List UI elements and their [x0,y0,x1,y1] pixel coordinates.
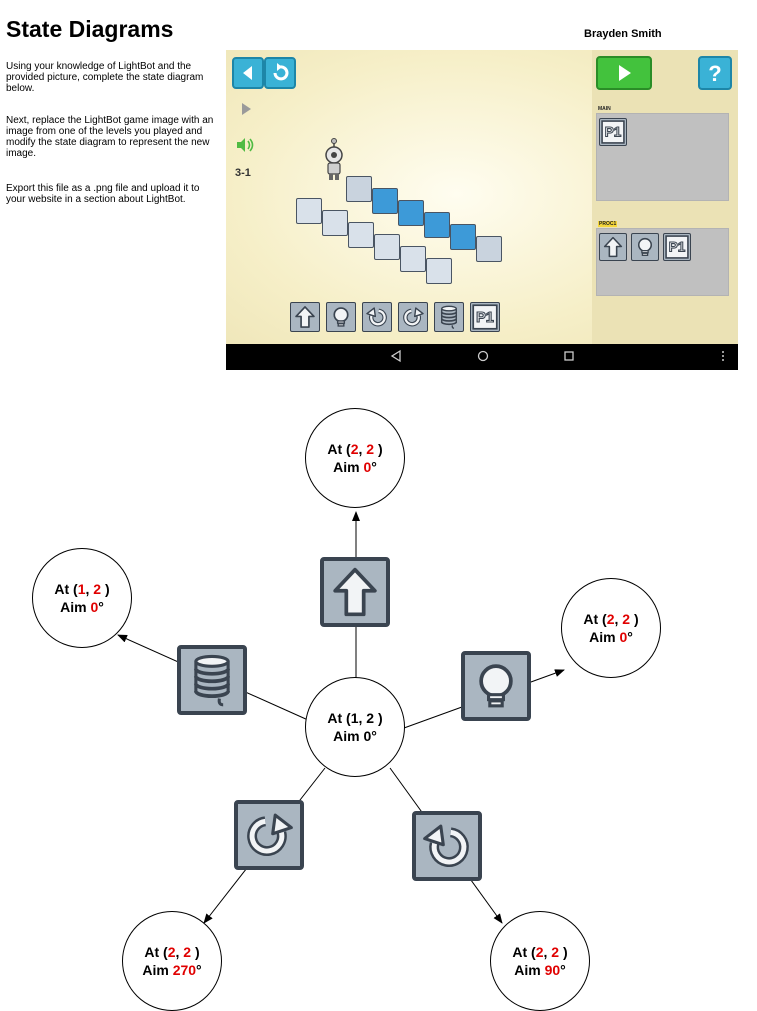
p1-button[interactable]: P1 [470,302,500,332]
main-slot-p1[interactable]: P1 [599,118,627,146]
node-position: At (2, 2 ) [583,611,639,627]
node-position: At (1, 2 ) [54,581,110,597]
node-position: At (2, 2 ) [144,944,200,960]
turn-left-command-icon [412,811,482,881]
proc1-slot-p1[interactable]: P1 [663,233,691,261]
reset-button[interactable] [264,57,296,89]
state-node-center: At (1, 2 ) Aim 0° [305,677,405,777]
jump-button[interactable] [434,302,464,332]
state-node-right: At (2, 2 ) Aim 0° [561,578,661,678]
instruction-3: Export this file as a .png file and uplo… [6,183,200,205]
proc1-procedure-area[interactable]: P1 [596,228,729,296]
lightbot-screenshot: 3-1 P1 ? MAIN P1 PROC1 P1 [226,50,738,370]
node-position: At (2, 2 ) [327,441,383,457]
help-button[interactable]: ? [698,56,732,90]
jump-command-icon [177,645,247,715]
sound-icon[interactable] [234,134,256,156]
light-command-icon [461,651,531,721]
instruction-1: Using your knowledge of LightBot and the… [6,61,204,94]
proc1-slot-light[interactable] [631,233,659,261]
node-aim: Aim 0° [60,599,104,615]
main-label: MAIN [598,106,611,112]
center-aim: Aim 0° [333,728,377,744]
node-aim: Aim 90° [514,962,566,978]
svg-text:?: ? [708,61,721,86]
undo-icon [273,63,289,81]
nav-recents-icon[interactable] [562,349,576,363]
nav-menu-icon[interactable] [720,349,726,363]
nav-back-icon[interactable] [390,349,402,363]
back-button[interactable] [232,57,264,89]
state-node-bottom-right: At (2, 2 ) Aim 90° [490,911,590,1011]
state-node-left: At (1, 2 ) Aim 0° [32,548,132,648]
nav-home-icon[interactable] [476,349,490,363]
page-title: State Diagrams [6,16,174,42]
main-procedure-area[interactable]: P1 [596,113,729,201]
proc1-slot-forward[interactable] [599,233,627,261]
svg-text:P1: P1 [669,240,686,255]
turn-left-button[interactable] [362,302,392,332]
turn-right-button[interactable] [398,302,428,332]
back-arrow-icon [243,66,252,80]
proc1-label: PROC1 [598,221,618,227]
level-number: 3-1 [235,167,251,179]
turn-right-command-icon [234,800,304,870]
play-icon [619,65,631,81]
node-aim: Aim 0° [333,459,377,475]
node-aim: Aim 0° [589,629,633,645]
node-position: At (2, 2 ) [512,944,568,960]
author-name: Brayden Smith [584,28,662,40]
node-aim: Aim 270° [142,962,202,978]
android-nav-bar [226,344,738,370]
state-node-bottom-left: At (2, 2 ) Aim 270° [122,911,222,1011]
question-icon: ? [708,61,721,86]
play-small-icon[interactable] [234,98,256,120]
light-button[interactable] [326,302,356,332]
svg-text:P1: P1 [605,125,622,140]
run-button[interactable] [596,56,652,90]
state-diagram: At (1, 2 ) Aim 0° At (2, 2 ) Aim 0° At (… [0,400,757,1011]
state-node-top: At (2, 2 ) Aim 0° [305,408,405,508]
svg-text:P1: P1 [476,310,494,326]
forward-button[interactable] [290,302,320,332]
robot-icon [325,138,343,180]
instruction-2: Next, replace the LightBot game image wi… [6,115,214,159]
center-position: At (1, 2 ) [327,710,383,726]
forward-command-icon [320,557,390,627]
